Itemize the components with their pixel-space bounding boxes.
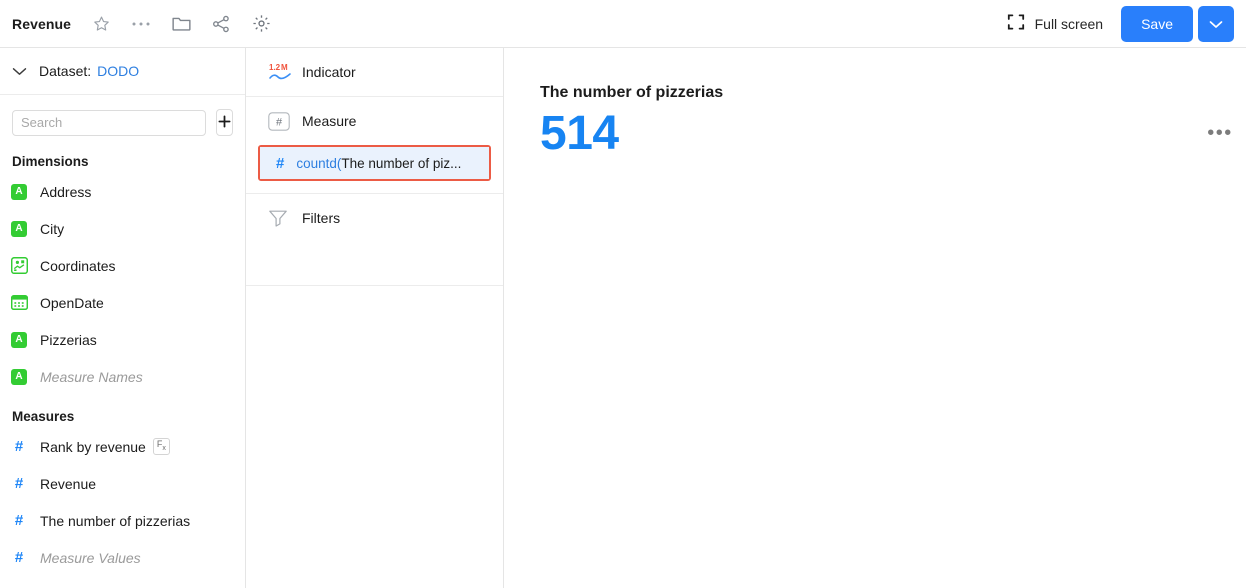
- widget-value: 514: [540, 107, 619, 160]
- field-row[interactable]: OpenDate: [0, 284, 245, 321]
- dataset-header[interactable]: Dataset: DODO: [0, 48, 245, 95]
- indicator-label: Indicator: [302, 64, 356, 80]
- measure-header[interactable]: # Measure: [246, 97, 503, 145]
- field-row[interactable]: # Measure Values: [0, 539, 245, 576]
- indicator-widget: The number of pizzerias 514: [540, 84, 723, 161]
- search-input[interactable]: [12, 109, 206, 136]
- chart-canvas: ••• The number of pizzerias 514: [504, 48, 1246, 588]
- measure-field-label: countd(The number of piz...: [296, 156, 461, 171]
- measure-field-argument: The number of piz...: [341, 155, 462, 171]
- widget-title: The number of pizzerias: [540, 84, 724, 101]
- field-row[interactable]: # Revenue: [0, 465, 245, 502]
- svg-text:1.2: 1.2: [269, 63, 281, 72]
- text-field-icon: A: [10, 220, 28, 238]
- field-label: City: [40, 220, 65, 237]
- search-row: [0, 95, 245, 146]
- field-label: Revenue: [40, 475, 97, 492]
- svg-text:M: M: [281, 63, 288, 72]
- widget-menu-button[interactable]: •••: [1206, 121, 1234, 145]
- visualization-setup-panel: 1.2 M Indicator # Measure # countd(The n…: [246, 48, 504, 588]
- field-label: Pizzerias: [40, 331, 97, 348]
- measure-field-function: countd(: [296, 155, 342, 171]
- text-field-icon: A: [10, 183, 28, 201]
- page-title: Revenue: [12, 15, 72, 32]
- text-field-icon: A: [10, 368, 28, 386]
- svg-text:#: #: [276, 116, 283, 128]
- add-field-button[interactable]: [216, 109, 233, 136]
- fullscreen-button[interactable]: Full screen: [1007, 13, 1103, 36]
- save-button[interactable]: Save: [1121, 6, 1193, 42]
- number-field-icon: #: [14, 475, 24, 492]
- star-icon[interactable]: [89, 12, 113, 36]
- app-root: Revenue Full screen Save Dataset: DODO S…: [0, 0, 1246, 588]
- field-label: Coordinates: [40, 257, 116, 274]
- number-field-icon: #: [276, 154, 285, 172]
- filter-icon: [268, 209, 294, 227]
- dataset-sidebar: Dataset: DODO Dimensions A Address: [0, 48, 246, 588]
- field-label: Rank by revenue: [40, 438, 146, 455]
- dataset-name[interactable]: DODO: [97, 63, 139, 79]
- indicator-icon: 1.2 M: [268, 61, 294, 83]
- geopoint-field-icon: [10, 257, 28, 275]
- top-bar-right: Full screen Save: [1007, 0, 1234, 48]
- folder-icon[interactable]: [169, 12, 193, 36]
- indicator-section: 1.2 M Indicator: [246, 48, 503, 97]
- save-dropdown-button[interactable]: [1198, 6, 1234, 42]
- more-horizontal-icon[interactable]: [129, 12, 153, 36]
- fullscreen-icon: [1007, 13, 1025, 36]
- dimensions-list: A Address A City Coordinates OpenDate A …: [0, 173, 245, 395]
- field-label: Measure Names: [40, 368, 143, 385]
- chevron-down-icon: [12, 67, 27, 76]
- field-row[interactable]: Coordinates: [0, 247, 245, 284]
- field-row[interactable]: # The number of pizzerias: [0, 502, 245, 539]
- filters-label: Filters: [302, 210, 341, 226]
- formula-badge: Fx: [152, 438, 170, 455]
- indicator-header[interactable]: 1.2 M Indicator: [246, 48, 503, 96]
- share-icon[interactable]: [209, 12, 233, 36]
- filters-header[interactable]: Filters: [246, 194, 503, 242]
- measures-title: Measures: [12, 409, 75, 424]
- field-label: Measure Values: [40, 549, 141, 566]
- field-label: Address: [40, 183, 92, 200]
- measure-section: # Measure # countd(The number of piz...: [246, 97, 503, 194]
- number-field-icon: #: [14, 438, 24, 455]
- selected-field-highlight: # countd(The number of piz...: [258, 145, 491, 181]
- dataset-label: Dataset:: [39, 63, 92, 79]
- plus-icon: [218, 114, 231, 131]
- field-label: The number of pizzerias: [40, 512, 191, 529]
- dimensions-title: Dimensions: [12, 154, 89, 169]
- field-row[interactable]: A Pizzerias: [0, 321, 245, 358]
- gear-icon[interactable]: [249, 12, 273, 36]
- fullscreen-label: Full screen: [1034, 16, 1104, 32]
- number-field-icon: #: [14, 549, 24, 566]
- measures-list: # Rank by revenue Fx # Revenue # The num…: [0, 428, 245, 576]
- field-row[interactable]: A Measure Names: [0, 358, 245, 395]
- date-field-icon: [10, 294, 28, 312]
- measure-slot-icon: #: [268, 111, 294, 131]
- measure-field-chip[interactable]: # countd(The number of piz...: [260, 147, 489, 179]
- filters-section: Filters: [246, 194, 503, 286]
- chevron-down-icon: [1209, 17, 1223, 32]
- field-row[interactable]: A City: [0, 210, 245, 247]
- measure-label: Measure: [302, 113, 357, 129]
- field-row[interactable]: A Address: [0, 173, 245, 210]
- field-label: OpenDate: [40, 294, 104, 311]
- top-bar: Revenue Full screen Save: [0, 0, 1246, 48]
- field-row[interactable]: # Rank by revenue Fx: [0, 428, 245, 465]
- top-bar-actions: [89, 12, 273, 36]
- number-field-icon: #: [14, 512, 24, 529]
- text-field-icon: A: [10, 331, 28, 349]
